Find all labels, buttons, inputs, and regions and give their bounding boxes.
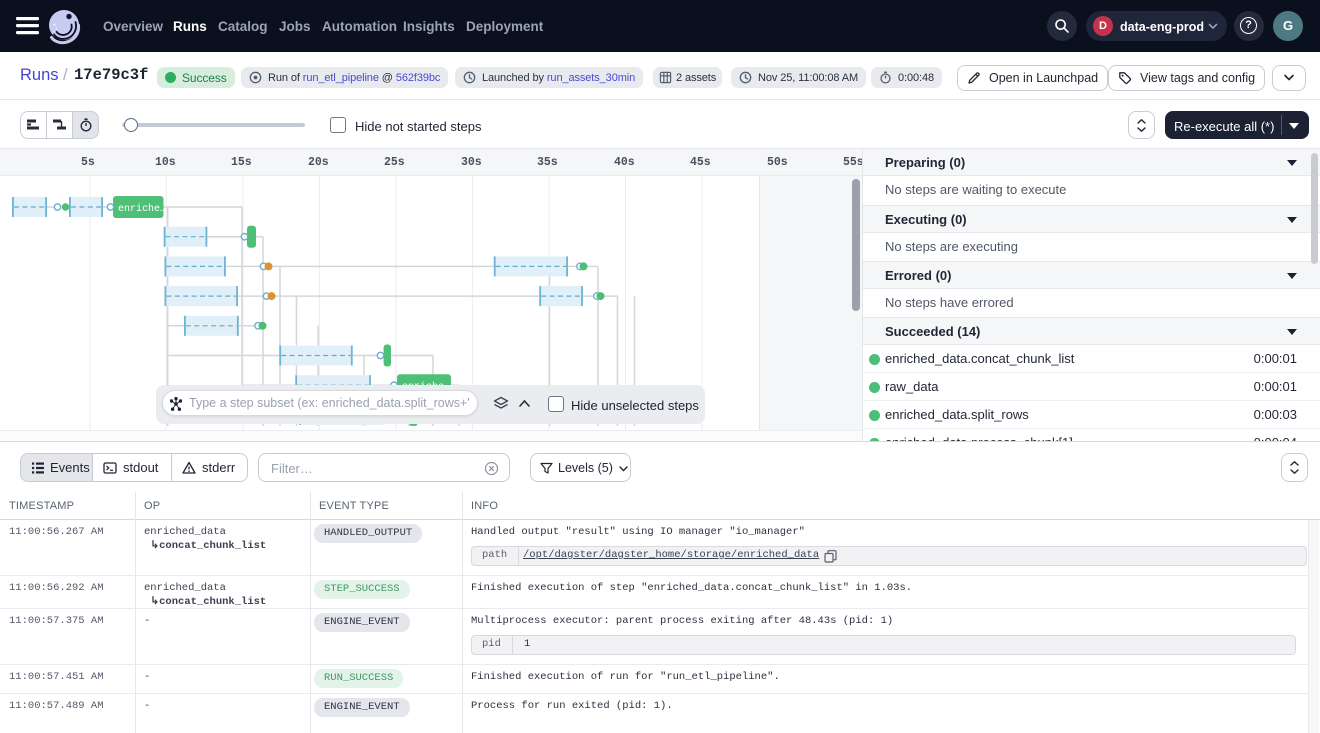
svg-text:enriche…: enriche… [118,203,166,215]
